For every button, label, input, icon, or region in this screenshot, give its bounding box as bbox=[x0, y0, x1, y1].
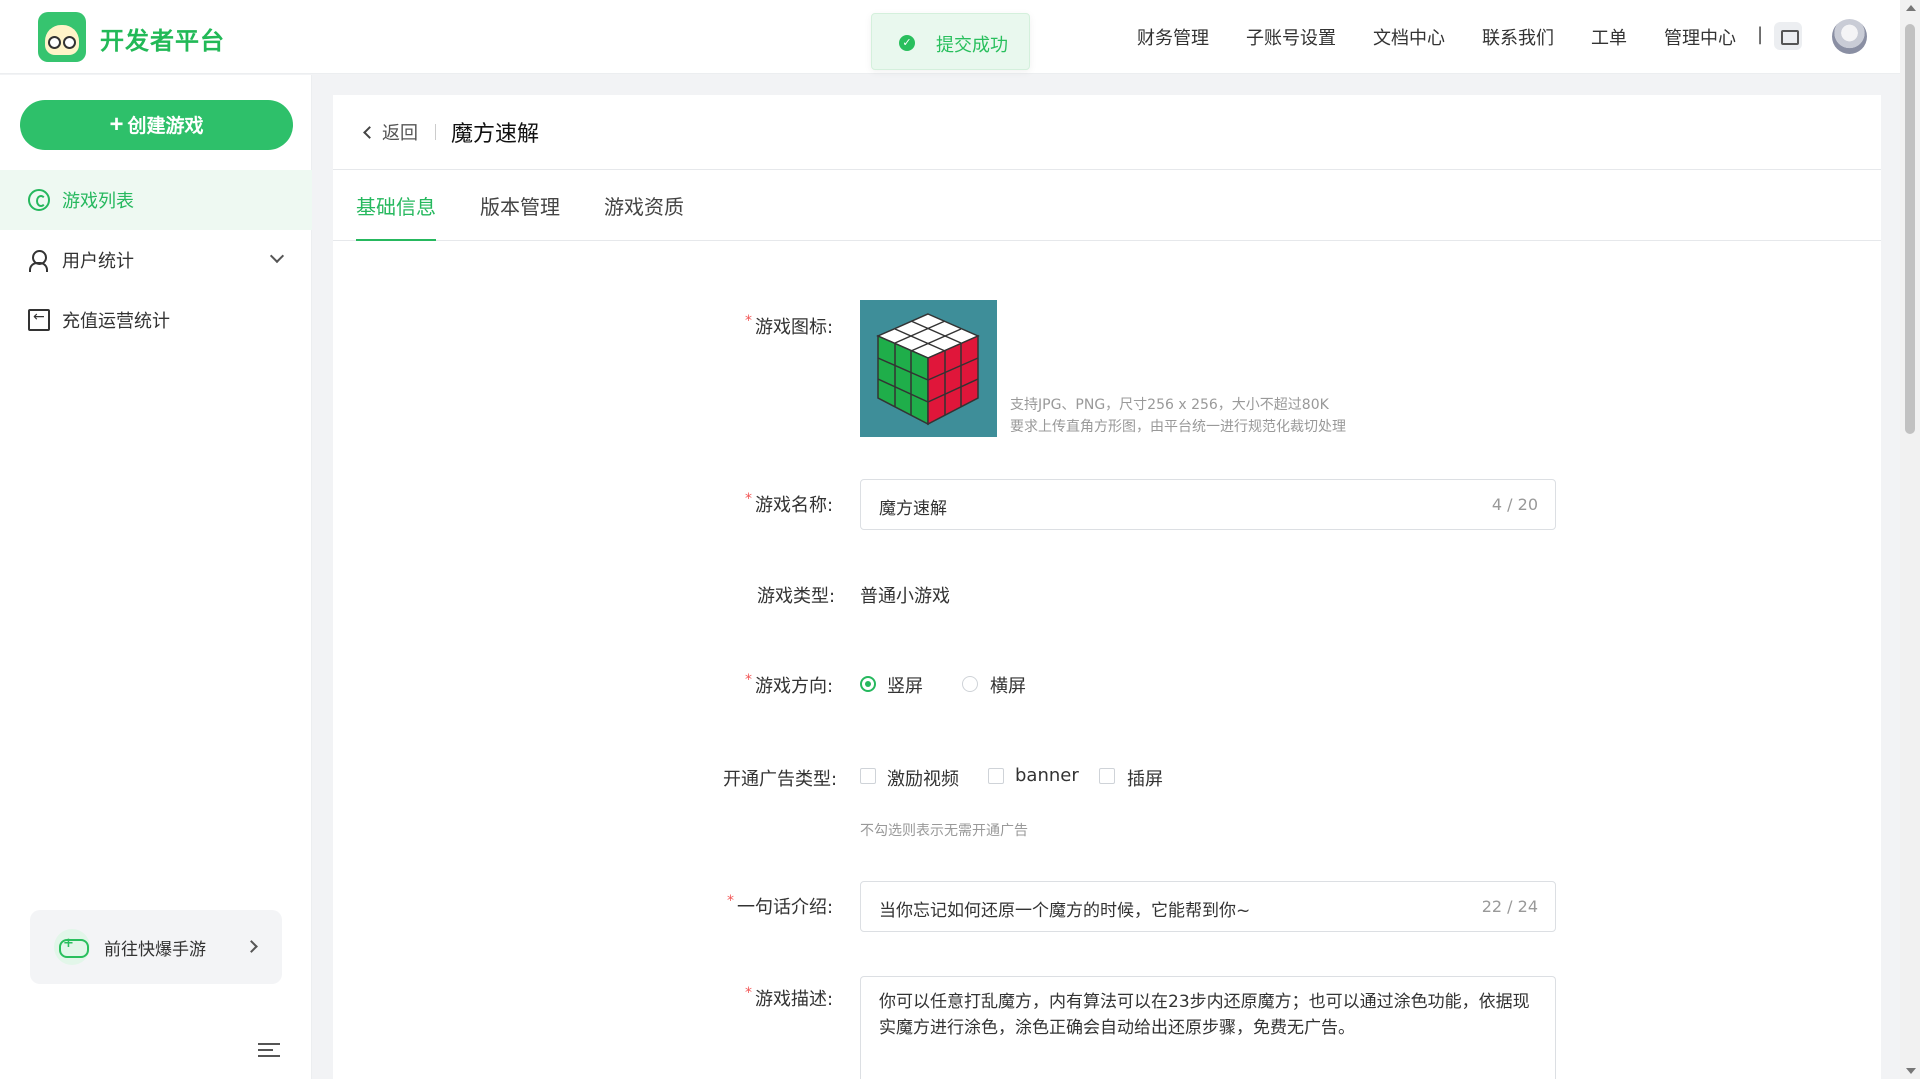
tab-basic-info[interactable]: 基础信息 bbox=[356, 191, 436, 241]
goto-kuaibao-label: 前往快爆手游 bbox=[104, 939, 206, 960]
orientation-label: * 游戏方向: bbox=[745, 672, 834, 697]
game-name-input[interactable]: 魔方速解 4 / 20 bbox=[860, 479, 1556, 530]
ad-hint: 不勾选则表示无需开通广告 bbox=[860, 823, 1028, 839]
chevron-left-icon bbox=[363, 125, 376, 139]
tab-version[interactable]: 版本管理 bbox=[480, 191, 560, 241]
ad-type-label: 开通广告类型: bbox=[723, 769, 838, 790]
nav-admin[interactable]: 管理中心 bbox=[1664, 24, 1736, 50]
sidebar-item-recharge-stats[interactable]: 充值运营统计 bbox=[0, 290, 312, 350]
recharge-icon bbox=[28, 309, 50, 331]
gamepad-icon bbox=[54, 929, 90, 965]
radio-portrait[interactable] bbox=[860, 676, 876, 692]
nav-ticket[interactable]: 工单 bbox=[1591, 24, 1627, 50]
page-scrollbar[interactable] bbox=[1900, 0, 1920, 1079]
top-nav: 财务管理 子账号设置 文档中心 联系我们 工单 管理中心 | bbox=[1137, 24, 1763, 50]
plus-icon: + bbox=[109, 111, 124, 138]
success-toast: ✓ 提交成功 bbox=[871, 13, 1030, 70]
scroll-up-icon[interactable] bbox=[1906, 5, 1916, 11]
nav-separator: | bbox=[1757, 24, 1764, 45]
check-circle-icon: ✓ bbox=[899, 35, 915, 51]
avatar[interactable] bbox=[1832, 19, 1867, 54]
char-counter: 22 / 24 bbox=[1481, 897, 1538, 916]
message-icon[interactable] bbox=[1774, 22, 1802, 50]
tab-qualification[interactable]: 游戏资质 bbox=[604, 191, 684, 241]
sidebar-item-label: 游戏列表 bbox=[62, 191, 134, 212]
radio-landscape-label[interactable]: 横屏 bbox=[990, 672, 1026, 698]
intro-label: * 一句话介绍: bbox=[727, 893, 834, 918]
intro-value: 当你忘记如何还原一个魔方的时候，它能帮到你~ bbox=[879, 901, 1251, 921]
nav-finance[interactable]: 财务管理 bbox=[1137, 24, 1209, 50]
create-game-button[interactable]: + 创建游戏 bbox=[20, 100, 293, 150]
radio-landscape[interactable] bbox=[962, 676, 978, 692]
goto-kuaibao-card[interactable]: 前往快爆手游 bbox=[30, 910, 282, 984]
icon-label: * 游戏图标: bbox=[745, 313, 834, 338]
user-stats-icon bbox=[28, 249, 50, 272]
name-label: * 游戏名称: bbox=[745, 491, 834, 516]
nav-subaccount[interactable]: 子账号设置 bbox=[1246, 24, 1336, 50]
game-icon-upload[interactable] bbox=[860, 300, 997, 437]
description-value: 你可以任意打乱魔方，内有算法可以在23步内还原魔方；也可以通过涂色功能，依据现实… bbox=[879, 992, 1530, 1038]
back-label: 返回 bbox=[382, 123, 418, 144]
checkbox-banner[interactable] bbox=[988, 768, 1004, 784]
back-button[interactable]: 返回 bbox=[363, 119, 418, 145]
logo-eye-left bbox=[48, 36, 61, 49]
icon-hint-crop: 要求上传直角方形图，由平台统一进行规范化裁切处理 bbox=[1010, 419, 1346, 435]
desc-label: * 游戏描述: bbox=[745, 985, 834, 1010]
sidebar: +创建游戏 游戏列表 用户统计 充值运营统计 前往快爆手游 bbox=[0, 75, 312, 1079]
top-header: 开发者平台 ✓ 提交成功 财务管理 子账号设置 文档中心 联系我们 工单 管理中… bbox=[0, 0, 1900, 74]
intro-input[interactable]: 当你忘记如何还原一个魔方的时候，它能帮到你~ 22 / 24 bbox=[860, 881, 1556, 932]
logo-eye-right bbox=[63, 36, 76, 49]
tab-bar: 基础信息 版本管理 游戏资质 bbox=[333, 171, 1881, 241]
char-counter: 4 / 20 bbox=[1491, 495, 1538, 514]
nav-docs[interactable]: 文档中心 bbox=[1373, 24, 1445, 50]
brand-name: 开发者平台 bbox=[100, 27, 225, 55]
collapse-menu-icon[interactable] bbox=[258, 1040, 280, 1060]
type-label: 游戏类型: bbox=[757, 586, 836, 607]
description-textarea[interactable]: 你可以任意打乱魔方，内有算法可以在23步内还原魔方；也可以通过涂色功能，依据现实… bbox=[860, 976, 1556, 1079]
page-title: 魔方速解 bbox=[451, 122, 540, 147]
chevron-right-icon bbox=[245, 940, 258, 953]
platform-logo[interactable] bbox=[38, 12, 86, 62]
checkbox-interstitial[interactable] bbox=[1099, 768, 1115, 784]
sidebar-item-user-stats[interactable]: 用户统计 bbox=[0, 230, 312, 290]
icon-hint-size: 支持JPG、PNG，尺寸256 x 256，大小不超过80K bbox=[1010, 397, 1329, 413]
checkbox-interstitial-label[interactable]: 插屏 bbox=[1127, 765, 1163, 791]
chevron-down-icon bbox=[269, 248, 285, 264]
checkbox-reward-video-label[interactable]: 激励视频 bbox=[887, 765, 959, 791]
sidebar-item-label: 充值运营统计 bbox=[62, 311, 170, 332]
sidebar-item-label: 用户统计 bbox=[62, 251, 134, 272]
radio-portrait-label[interactable]: 竖屏 bbox=[887, 672, 923, 698]
nav-contact[interactable]: 联系我们 bbox=[1482, 24, 1554, 50]
create-game-label: 创建游戏 bbox=[127, 116, 204, 137]
game-list-icon bbox=[28, 189, 50, 211]
divider bbox=[435, 124, 436, 140]
game-type-value: 普通小游戏 bbox=[860, 586, 950, 607]
checkbox-reward-video[interactable] bbox=[860, 768, 876, 784]
scrollbar-thumb[interactable] bbox=[1905, 24, 1915, 434]
sidebar-item-game-list[interactable]: 游戏列表 bbox=[0, 170, 312, 230]
scroll-down-icon[interactable] bbox=[1906, 1068, 1916, 1074]
toast-message: 提交成功 bbox=[936, 35, 1008, 56]
page-header: 返回 魔方速解 bbox=[333, 95, 1881, 170]
game-name-value: 魔方速解 bbox=[879, 499, 947, 519]
checkbox-banner-label[interactable]: banner bbox=[1015, 765, 1079, 786]
rubiks-cube-icon bbox=[876, 313, 980, 426]
